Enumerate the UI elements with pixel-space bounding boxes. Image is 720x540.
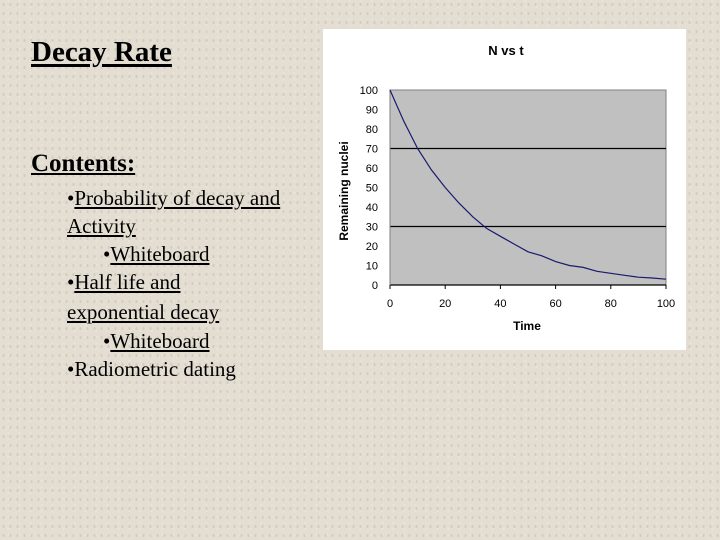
y-tick-label: 20 <box>366 241 378 253</box>
toc-item-whiteboard-2[interactable]: •Whiteboard <box>103 327 209 355</box>
toc-link-half-life[interactable]: Half life and <box>74 270 180 294</box>
toc-item-probability-cont[interactable]: Activity <box>67 212 136 240</box>
y-tick-label: 70 <box>366 144 378 156</box>
toc-item-half-life[interactable]: •Half life and <box>67 268 180 296</box>
y-tick-label: 80 <box>366 124 378 136</box>
decay-chart: N vs t 0 10 20 30 40 50 60 70 80 90 100 0 20 40 60 80 1… <box>337 43 675 333</box>
x-axis-label: Time <box>513 319 541 333</box>
y-tick-label: 90 <box>366 105 378 117</box>
y-tick-label: 50 <box>366 183 378 195</box>
y-tick-label: 40 <box>366 202 378 214</box>
toc-link-probability-cont[interactable]: Activity <box>67 214 136 238</box>
y-tick-label: 30 <box>366 222 378 234</box>
y-tick-label: 60 <box>366 163 378 175</box>
toc-item-half-life-cont[interactable]: exponential decay <box>67 298 219 326</box>
contents-heading: Contents: <box>31 150 136 177</box>
x-tick-label: 100 <box>657 298 675 310</box>
chart-container: N vs t 0 10 20 30 40 50 60 70 80 90 100 0 20 40 60 80 1… <box>323 29 686 350</box>
x-tick-label: 80 <box>605 298 617 310</box>
chart-title: N vs t <box>488 43 524 58</box>
toc-link-whiteboard-2[interactable]: Whiteboard <box>110 329 209 353</box>
y-axis-label: Remaining nuclei <box>337 141 351 240</box>
plot-area <box>389 89 667 286</box>
toc-link-half-life-cont[interactable]: exponential decay <box>67 300 219 324</box>
toc-link-whiteboard-1[interactable]: Whiteboard <box>110 242 209 266</box>
y-tick-label: 0 <box>372 280 378 292</box>
toc-link-probability[interactable]: Probability of decay and <box>74 186 280 210</box>
y-tick-label: 10 <box>366 261 378 273</box>
toc-item-whiteboard-1[interactable]: •Whiteboard <box>103 240 209 268</box>
x-tick-label: 40 <box>494 298 506 310</box>
x-tick-label: 20 <box>439 298 451 310</box>
slide-title: Decay Rate <box>31 36 172 68</box>
toc-item-radiometric: •Radiometric dating <box>67 355 236 383</box>
x-tick-label: 0 <box>387 298 393 310</box>
x-tick-label: 60 <box>549 298 561 310</box>
toc-item-probability[interactable]: •Probability of decay and <box>67 184 280 212</box>
y-tick-label: 100 <box>360 85 378 97</box>
toc-text-radiometric: Radiometric dating <box>74 357 236 381</box>
